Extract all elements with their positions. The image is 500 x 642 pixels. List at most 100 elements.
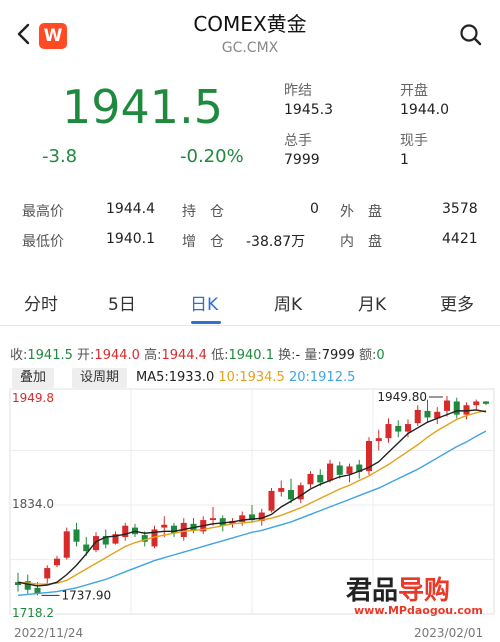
amount-label: 额: <box>358 348 377 363</box>
ma10-label: 10: <box>218 370 240 385</box>
candle-body <box>73 529 80 542</box>
tab-weekly-k[interactable]: 周K <box>274 290 302 315</box>
open-value: 1944.0 <box>400 102 449 118</box>
open-k-value: 1944.0 <box>94 348 140 363</box>
candle-body <box>336 465 343 475</box>
price-change: -3.8 <box>42 146 78 167</box>
volume-label: 总手 <box>284 133 312 149</box>
min-marker-label: 1737.90 <box>62 588 112 602</box>
page-title: COMEX黄金 <box>193 12 307 36</box>
total-volume: 总手 7999 <box>284 130 320 168</box>
current-lot-label: 现手 <box>400 133 428 149</box>
stats-row-2: 最低价 1940.1 增 仓 -38.87万 内 盘 4421 <box>0 231 500 255</box>
date-start-label: 2022/11/24 <box>14 626 84 640</box>
candle-body <box>307 473 314 485</box>
add-position-label: 增 仓 <box>182 234 224 250</box>
candle-body <box>161 524 168 528</box>
ma-legend: MA5:1933.0 10:1934.5 20:1912.5 <box>136 370 355 385</box>
candle-body <box>92 536 100 551</box>
candle-body <box>453 401 460 415</box>
vol-k-value: 7999 <box>321 348 355 363</box>
candle-body <box>443 400 451 411</box>
active-tab-indicator <box>191 321 221 324</box>
candle-body <box>268 490 275 511</box>
candle-body <box>122 525 129 538</box>
candle-body <box>170 525 178 534</box>
ma10-value: 1934.5 <box>239 370 285 385</box>
candle-body <box>63 531 70 558</box>
y-axis-mid-label: 1834.0 <box>12 497 54 511</box>
low-label: 最低价 <box>22 234 64 250</box>
candle-body <box>395 425 402 432</box>
inner-label: 内 盘 <box>340 234 382 250</box>
tab-monthly-k[interactable]: 月K <box>358 290 386 315</box>
chart-tabs: 分时 5日 日K 周K 月K 更多 <box>0 286 500 326</box>
candle-body <box>278 488 285 492</box>
tab-more[interactable]: 更多 <box>440 290 474 315</box>
prev-close-label: 昨结 <box>284 83 312 99</box>
candle-body <box>346 466 353 474</box>
candle-body <box>404 424 412 432</box>
outer-label: 外 盘 <box>340 204 382 220</box>
candle-body <box>209 518 217 521</box>
candle-body <box>326 463 334 481</box>
overlay-button[interactable]: 叠加 <box>12 368 55 388</box>
open-k-label: 开: <box>77 348 95 363</box>
candle-body <box>317 474 324 483</box>
max-marker-label: 1949.80 <box>377 390 427 404</box>
tab-intraday[interactable]: 分时 <box>24 290 58 315</box>
watermark: 君品导购 www.MPdaogou.com <box>346 570 496 626</box>
current-lot-value: 1 <box>400 152 409 168</box>
position-value: 0 <box>310 201 319 217</box>
turnover-label: 换: <box>278 348 296 363</box>
high-value: 1944.4 <box>106 201 155 217</box>
price-change-percent: -0.20% <box>180 146 244 167</box>
ma20-value: 1912.5 <box>309 370 356 385</box>
last-price: 1941.5 <box>62 80 223 134</box>
outer-value: 3578 <box>442 201 478 217</box>
open-price: 开盘 1944.0 <box>400 80 449 118</box>
candle-body <box>424 410 431 418</box>
low-k-value: 1940.1 <box>228 348 274 363</box>
volume-value: 7999 <box>284 152 320 168</box>
date-end-label: 2023/02/01 <box>414 626 484 640</box>
set-period-button[interactable]: 设周期 <box>72 368 128 388</box>
search-icon[interactable] <box>458 22 484 48</box>
candle-body <box>44 568 51 579</box>
watermark-logo: 君品导购 <box>346 576 451 606</box>
close-value: 1941.5 <box>27 348 73 363</box>
tab-daily-k[interactable]: 日K <box>190 290 218 315</box>
prev-close: 昨结 1945.3 <box>284 80 333 118</box>
low-k-label: 低: <box>211 348 229 363</box>
tab-5day[interactable]: 5日 <box>108 290 136 315</box>
current-lot: 现手 1 <box>400 130 428 168</box>
position-label: 持 仓 <box>182 204 224 220</box>
y-axis-top-label: 1949.8 <box>12 391 54 405</box>
candle-body <box>414 409 421 424</box>
watermark-url: www.MPdaogou.com <box>354 604 483 617</box>
prev-close-value: 1945.3 <box>284 102 333 118</box>
candle-body <box>482 401 490 404</box>
close-label: 收: <box>10 348 28 363</box>
candle-body <box>53 558 61 566</box>
high-label: 最高价 <box>22 204 64 220</box>
amount-value: 0 <box>376 348 385 363</box>
inner-value: 4421 <box>442 231 478 247</box>
vol-k-label: 量: <box>304 348 322 363</box>
candle-body <box>375 438 382 441</box>
candle-body <box>219 518 226 526</box>
instrument-code: GC.CMX <box>221 40 279 56</box>
add-position-value: -38.87万 <box>246 234 306 250</box>
kline-info-row: 收:1941.5 开:1944.0 高:1944.4 低:1940.1 换:- … <box>10 344 495 363</box>
high-k-label: 高: <box>144 348 162 363</box>
candle-body <box>463 405 470 415</box>
candle-body <box>83 544 90 552</box>
y-axis-bottom-label: 1718.2 <box>12 606 54 620</box>
candle-body <box>473 401 480 406</box>
ma20-label: 20: <box>288 370 310 385</box>
candle-body <box>287 489 295 500</box>
high-k-value: 1944.4 <box>161 348 207 363</box>
turnover-value: - <box>295 348 301 363</box>
ma5-label: MA5: <box>136 370 169 385</box>
open-label: 开盘 <box>400 83 428 99</box>
